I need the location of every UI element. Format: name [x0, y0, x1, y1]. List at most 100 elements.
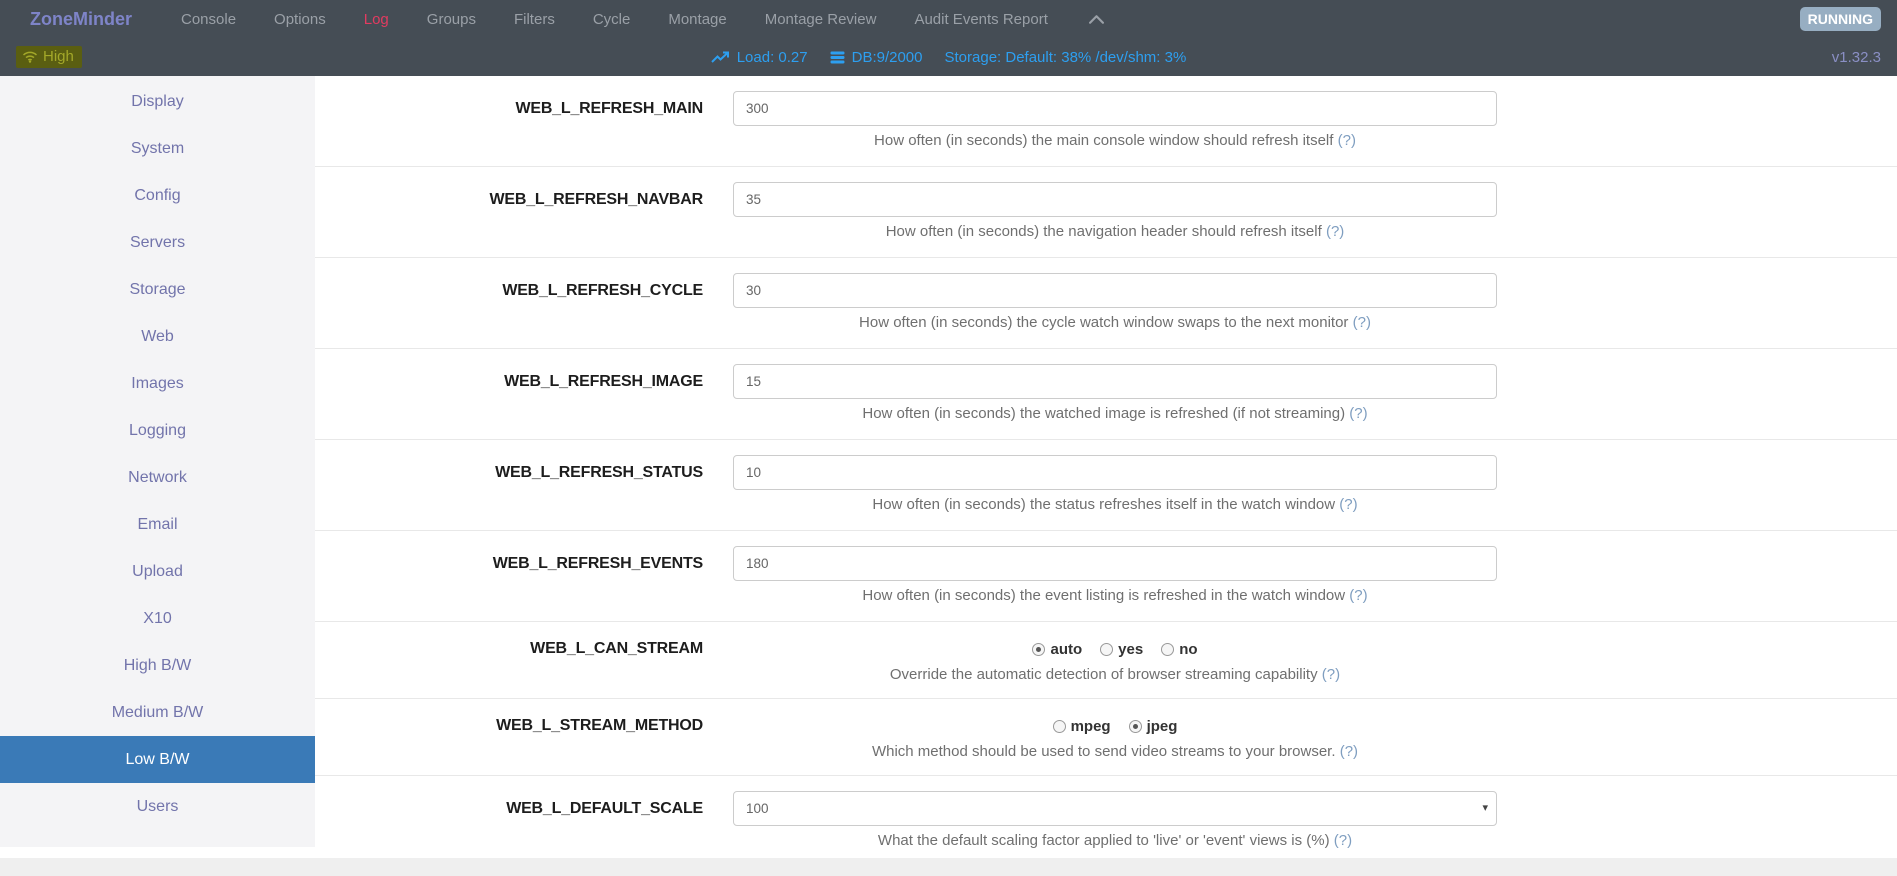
chevron-up-icon[interactable] — [1089, 15, 1104, 24]
nav-item-options[interactable]: Options — [274, 11, 326, 28]
help-text: Override the automatic detection of brow… — [890, 666, 1318, 683]
option-row: WEB_L_REFRESH_STATUS How often (in secon… — [315, 440, 1897, 531]
help-text: How often (in seconds) the status refres… — [872, 496, 1335, 513]
bandwidth-badge[interactable]: High — [16, 46, 82, 68]
help-link[interactable]: (?) — [1353, 314, 1371, 331]
radio-no[interactable] — [1161, 643, 1174, 656]
option-label: WEB_L_REFRESH_MAIN — [315, 91, 733, 151]
refresh-image-input[interactable] — [733, 364, 1497, 399]
nav-item-montage-review[interactable]: Montage Review — [765, 11, 877, 28]
sidebar-item-upload[interactable]: Upload — [0, 548, 315, 595]
sidebar-item-x10[interactable]: X10 — [0, 595, 315, 642]
radio-yes[interactable] — [1100, 643, 1113, 656]
status-bar: High Load: 0.27 DB:9/2000 Storage: Defau… — [0, 38, 1897, 76]
options-form: WEB_L_REFRESH_MAIN How often (in seconds… — [315, 76, 1897, 876]
sidebar-item-mediumbw[interactable]: Medium B/W — [0, 689, 315, 736]
nav-item-groups[interactable]: Groups — [427, 11, 476, 28]
option-help: Override the automatic detection of brow… — [733, 664, 1497, 685]
nav-item-montage[interactable]: Montage — [668, 11, 726, 28]
load-label: Load: 0.27 — [737, 49, 808, 66]
sidebar-item-web[interactable]: Web — [0, 313, 315, 360]
help-text: How often (in seconds) the watched image… — [862, 405, 1345, 422]
db-status[interactable]: DB:9/2000 — [830, 49, 923, 66]
default-scale-select-wrap: 100 ▾ — [733, 791, 1497, 826]
refresh-cycle-input[interactable] — [733, 273, 1497, 308]
option-label: WEB_L_REFRESH_EVENTS — [315, 546, 733, 606]
radio-label: mpeg — [1071, 718, 1111, 735]
option-value: How often (in seconds) the main console … — [733, 91, 1497, 151]
can-stream-radio-group: auto yes no — [733, 638, 1497, 660]
sidebar-item-display[interactable]: Display — [0, 78, 315, 125]
nav-item-console[interactable]: Console — [181, 11, 236, 28]
radio-option-no[interactable]: no — [1161, 641, 1197, 658]
help-link[interactable]: (?) — [1326, 223, 1344, 240]
sidebar-item-images[interactable]: Images — [0, 360, 315, 407]
option-row: WEB_L_CAN_STREAM auto yes no Override th… — [315, 622, 1897, 699]
refresh-status-input[interactable] — [733, 455, 1497, 490]
refresh-navbar-input[interactable] — [733, 182, 1497, 217]
option-value: 100 ▾ What the default scaling factor ap… — [733, 791, 1497, 851]
option-label: WEB_L_REFRESH_IMAGE — [315, 364, 733, 424]
refresh-events-input[interactable] — [733, 546, 1497, 581]
radio-mpeg[interactable] — [1053, 720, 1066, 733]
help-link[interactable]: (?) — [1349, 405, 1367, 422]
option-row: WEB_L_REFRESH_IMAGE How often (in second… — [315, 349, 1897, 440]
status-center: Load: 0.27 DB:9/2000 Storage: Default: 3… — [236, 49, 1661, 66]
bandwidth-zone: High — [16, 46, 236, 68]
help-text: Which method should be used to send vide… — [872, 743, 1336, 760]
sidebar-item-logging[interactable]: Logging — [0, 407, 315, 454]
running-status-badge[interactable]: RUNNING — [1800, 7, 1881, 31]
storage-status[interactable]: Storage: Default: 38% /dev/shm: 3% — [945, 49, 1187, 66]
radio-label: jpeg — [1147, 718, 1178, 735]
radio-option-yes[interactable]: yes — [1100, 641, 1143, 658]
brand-logo[interactable]: ZoneMinder — [30, 9, 132, 30]
help-link[interactable]: (?) — [1322, 666, 1340, 683]
option-help: How often (in seconds) the event listing… — [733, 585, 1497, 606]
option-help: What the default scaling factor applied … — [733, 830, 1497, 851]
sidebar-item-storage[interactable]: Storage — [0, 266, 315, 313]
nav-items: Console Options Log Groups Filters Cycle… — [162, 11, 1104, 28]
sidebar-item-email[interactable]: Email — [0, 501, 315, 548]
option-label: WEB_L_STREAM_METHOD — [315, 715, 733, 762]
radio-label: no — [1179, 641, 1197, 658]
help-link[interactable]: (?) — [1349, 587, 1367, 604]
sidebar-item-network[interactable]: Network — [0, 454, 315, 501]
option-help: How often (in seconds) the status refres… — [733, 494, 1497, 515]
radio-option-jpeg[interactable]: jpeg — [1129, 718, 1178, 735]
option-label: WEB_L_DEFAULT_SCALE — [315, 791, 733, 851]
help-text: How often (in seconds) the navigation he… — [886, 223, 1322, 240]
sidebar-item-lowbw[interactable]: Low B/W — [0, 736, 315, 783]
help-link[interactable]: (?) — [1338, 132, 1356, 149]
help-link[interactable]: (?) — [1339, 496, 1357, 513]
radio-label: auto — [1050, 641, 1082, 658]
radio-option-auto[interactable]: auto — [1032, 641, 1082, 658]
radio-jpeg[interactable] — [1129, 720, 1142, 733]
help-link[interactable]: (?) — [1334, 832, 1352, 849]
sidebar-item-system[interactable]: System — [0, 125, 315, 172]
default-scale-select[interactable]: 100 — [733, 791, 1497, 826]
nav-item-log[interactable]: Log — [364, 11, 389, 28]
help-text: How often (in seconds) the cycle watch w… — [859, 314, 1348, 331]
sidebar-item-highbw[interactable]: High B/W — [0, 642, 315, 689]
load-status[interactable]: Load: 0.27 — [711, 49, 808, 66]
radio-option-mpeg[interactable]: mpeg — [1053, 718, 1111, 735]
refresh-main-input[interactable] — [733, 91, 1497, 126]
trending-up-icon — [711, 51, 730, 64]
help-text: How often (in seconds) the main console … — [874, 132, 1333, 149]
nav-item-audit-events-report[interactable]: Audit Events Report — [914, 11, 1047, 28]
wifi-icon — [22, 50, 38, 63]
sidebar-item-config[interactable]: Config — [0, 172, 315, 219]
option-value: How often (in seconds) the cycle watch w… — [733, 273, 1497, 333]
sidebar-item-users[interactable]: Users — [0, 783, 315, 830]
nav-item-filters[interactable]: Filters — [514, 11, 555, 28]
option-help: How often (in seconds) the main console … — [733, 130, 1497, 151]
option-label: WEB_L_REFRESH_CYCLE — [315, 273, 733, 333]
option-label: WEB_L_CAN_STREAM — [315, 638, 733, 685]
help-link[interactable]: (?) — [1340, 743, 1358, 760]
option-value: auto yes no Override the automatic detec… — [733, 638, 1497, 685]
help-text: What the default scaling factor applied … — [878, 832, 1330, 849]
option-label: WEB_L_REFRESH_NAVBAR — [315, 182, 733, 242]
nav-item-cycle[interactable]: Cycle — [593, 11, 631, 28]
radio-auto[interactable] — [1032, 643, 1045, 656]
sidebar-item-servers[interactable]: Servers — [0, 219, 315, 266]
